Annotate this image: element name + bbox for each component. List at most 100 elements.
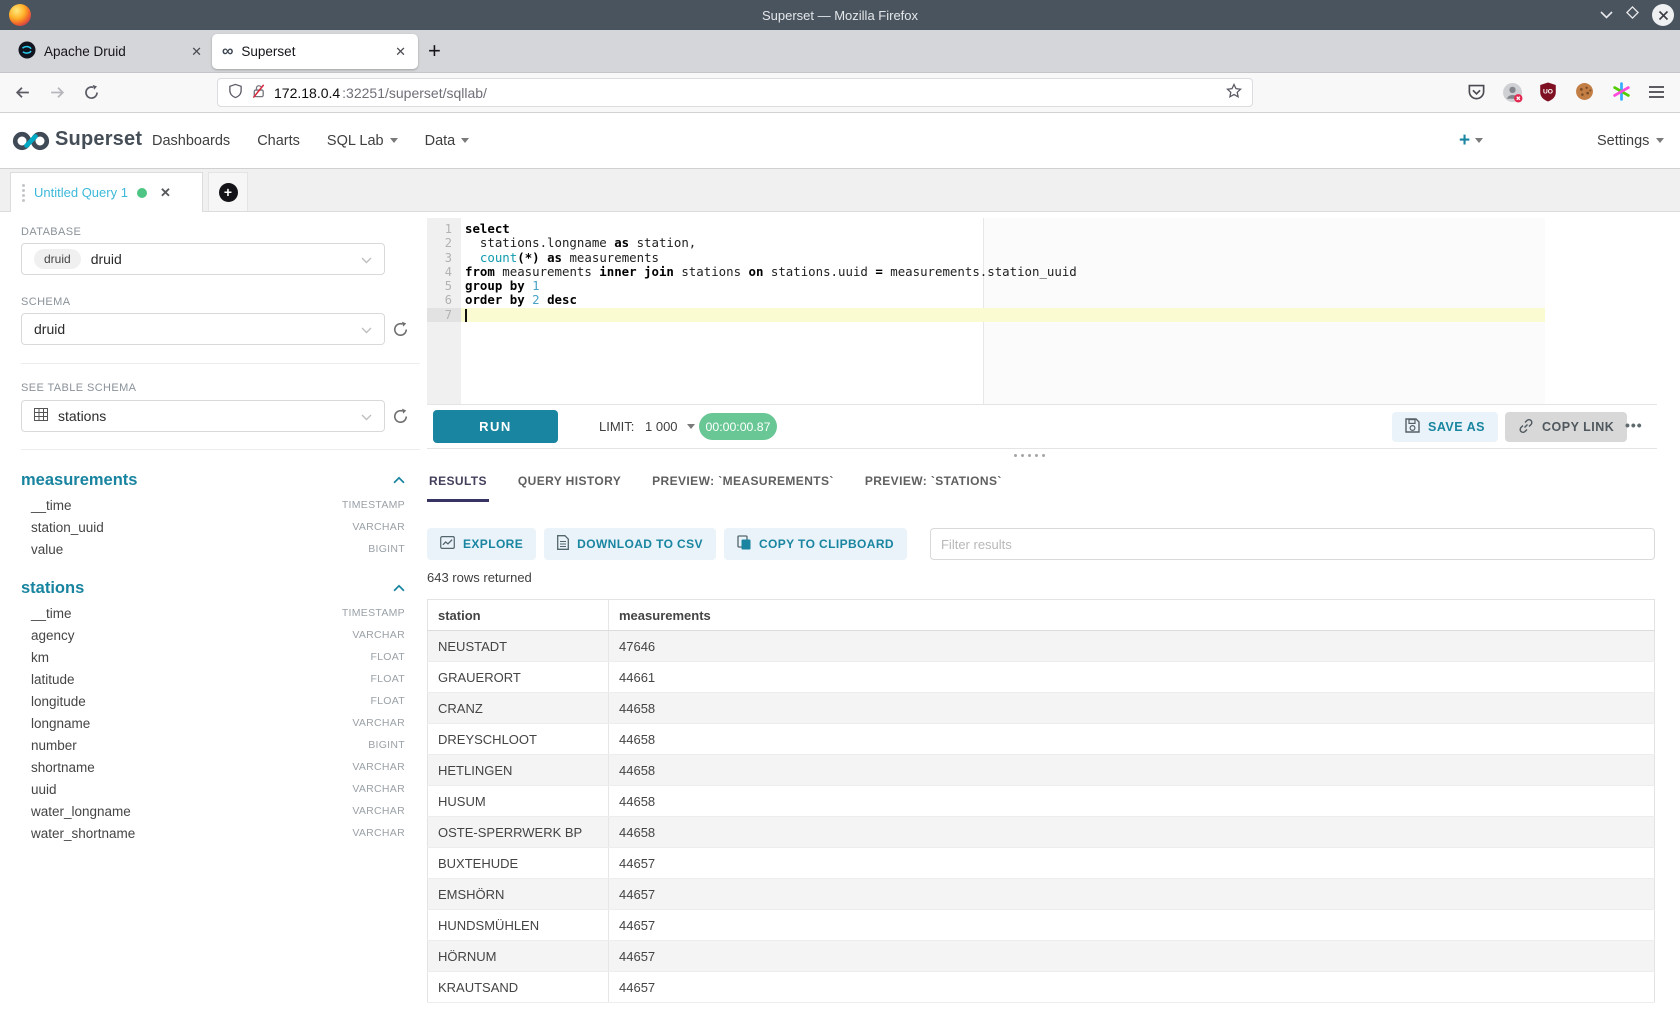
column-type: FLOAT	[370, 651, 405, 663]
menu-icon[interactable]	[1648, 85, 1665, 104]
table-section-measurements[interactable]: measurements	[21, 466, 405, 494]
results-tab-preview-measurements[interactable]: PREVIEW: `MEASUREMENTS`	[650, 469, 836, 502]
file-icon	[557, 535, 569, 553]
tab-close-icon[interactable]: ✕	[189, 44, 204, 60]
cookie-icon[interactable]	[1575, 82, 1594, 106]
nav-item-dashboards[interactable]: Dashboards	[152, 133, 230, 149]
window-minimize-icon[interactable]	[1600, 6, 1613, 24]
bookmark-star-icon[interactable]	[1226, 83, 1242, 102]
filter-results-input[interactable]	[930, 528, 1655, 560]
results-actions: EXPLORE DOWNLOAD TO CSV COPY TO CLIPBOAR…	[427, 528, 1655, 560]
table-row: HETLINGEN44658	[428, 755, 1655, 786]
table-row: OSTE-SPERRWERK BP44658	[428, 817, 1655, 848]
column-row: agency VARCHAR	[21, 624, 405, 646]
nav-item-charts[interactable]: Charts	[257, 133, 300, 149]
window-maximize-icon[interactable]	[1626, 6, 1639, 24]
column-type: VARCHAR	[352, 805, 405, 817]
table-row: HUSUM44658	[428, 786, 1655, 817]
nav-item-data[interactable]: Data	[425, 133, 470, 149]
column-type: VARCHAR	[352, 717, 405, 729]
back-icon[interactable]	[14, 84, 31, 106]
download-csv-button[interactable]: DOWNLOAD TO CSV	[544, 528, 716, 560]
nav-item-sql-lab[interactable]: SQL Lab	[327, 133, 398, 149]
results-tab-query-history[interactable]: QUERY HISTORY	[516, 469, 623, 502]
refresh-schema-icon[interactable]	[392, 321, 409, 343]
explore-label: EXPLORE	[463, 537, 523, 551]
column-type: VARCHAR	[352, 827, 405, 839]
table-cell: 44658	[609, 817, 1655, 848]
container-asterisk-icon[interactable]	[1612, 82, 1631, 106]
rows-returned: 643 rows returned	[427, 570, 532, 585]
superset-brand[interactable]: Superset	[55, 128, 142, 151]
column-name: station_uuid	[31, 520, 104, 535]
caret-down-icon	[1656, 138, 1664, 143]
new-browser-tab-button[interactable]: +	[428, 40, 441, 62]
close-icon[interactable]: ✕	[160, 185, 171, 201]
sql-lab-sidebar: DATABASE druid druid SCHEMA druid SEE TA…	[10, 212, 420, 1012]
nav-item-label: Charts	[257, 133, 300, 149]
table-section-stations[interactable]: stations	[21, 574, 405, 602]
table-name: measurements	[21, 471, 137, 490]
code-lines: select stations.longname as station, cou…	[465, 222, 1545, 322]
column-header[interactable]: station	[428, 600, 609, 631]
results-tab-results[interactable]: RESULTS	[427, 469, 489, 502]
table-row: HÖRNUM44657	[428, 941, 1655, 972]
save-icon	[1405, 418, 1420, 436]
table-cell: 44658	[609, 755, 1655, 786]
column-type: TIMESTAMP	[342, 499, 405, 511]
collapse-chevron-icon[interactable]	[393, 471, 405, 489]
copy-clipboard-button[interactable]: COPY TO CLIPBOARD	[724, 528, 907, 560]
forward-icon[interactable]	[49, 84, 66, 106]
refresh-tables-icon[interactable]	[392, 408, 409, 430]
database-value: druid	[91, 251, 122, 267]
pane-resize-handle[interactable]	[1014, 454, 1045, 457]
chevron-down-icon	[361, 251, 372, 267]
run-button[interactable]: RUN	[433, 410, 558, 443]
browser-tab-apache-druid[interactable]: Apache Druid ✕	[8, 34, 214, 69]
query-tab-untitled-query-1[interactable]: Untitled Query 1 ✕	[10, 172, 203, 212]
explore-button[interactable]: EXPLORE	[427, 528, 536, 560]
results-tab-preview-stations[interactable]: PREVIEW: `STATIONS`	[863, 469, 1004, 502]
column-type: VARCHAR	[352, 629, 405, 641]
superset-logo-icon[interactable]	[11, 130, 51, 157]
insecure-lock-icon[interactable]	[251, 83, 266, 102]
browser-tab-label: Superset	[241, 44, 385, 59]
settings-menu[interactable]: Settings	[1597, 113, 1664, 168]
table-select[interactable]: stations	[21, 400, 385, 432]
table-cell: NEUSTADT	[428, 631, 609, 662]
limit-value[interactable]: 1 000	[645, 419, 678, 434]
column-name: agency	[31, 628, 75, 643]
schema-select[interactable]: druid	[21, 313, 385, 345]
editor-code-area[interactable]: select stations.longname as station, cou…	[461, 218, 1545, 404]
new-query-tab-button[interactable]: +	[208, 172, 248, 211]
reload-icon[interactable]	[83, 84, 100, 106]
save-as-button[interactable]: SAVE AS	[1392, 412, 1498, 442]
new-item-button[interactable]: +	[1459, 113, 1483, 168]
column-type: BIGINT	[368, 739, 405, 751]
caret-down-icon[interactable]	[687, 424, 695, 429]
table-schema-list: measurements __time TIMESTAMP station_uuid V…	[21, 462, 405, 844]
window-close-icon[interactable]	[1652, 4, 1674, 26]
collapse-chevron-icon[interactable]	[393, 579, 405, 597]
drag-handle-icon[interactable]	[22, 184, 25, 202]
tracking-shield-icon[interactable]	[228, 83, 243, 102]
tab-close-icon[interactable]: ✕	[393, 44, 408, 60]
column-header[interactable]: measurements	[609, 600, 1655, 631]
link-icon	[1518, 418, 1534, 437]
table-cell: DREYSCHLOOT	[428, 724, 609, 755]
copy-link-button[interactable]: COPY LINK	[1505, 412, 1627, 442]
limit-label: LIMIT:	[599, 419, 634, 434]
account-extension-icon[interactable]	[1502, 82, 1523, 108]
browser-tab-superset[interactable]: ∞ Superset ✕	[212, 34, 418, 69]
code-line	[465, 308, 1545, 322]
ublock-shield-icon[interactable]: UO	[1539, 82, 1557, 107]
column-name: km	[31, 650, 49, 665]
database-select[interactable]: druid druid	[21, 243, 385, 275]
more-options-button[interactable]: •••	[1625, 417, 1643, 433]
pocket-icon[interactable]	[1467, 82, 1486, 106]
column-type: VARCHAR	[352, 761, 405, 773]
sql-editor[interactable]: 1234567 select stations.longname as stat…	[427, 218, 1545, 404]
url-bar[interactable]: 172.18.0.4:32251/superset/sqllab/	[217, 78, 1253, 107]
table-row: CRANZ44658	[428, 693, 1655, 724]
column-name: __time	[31, 606, 72, 621]
